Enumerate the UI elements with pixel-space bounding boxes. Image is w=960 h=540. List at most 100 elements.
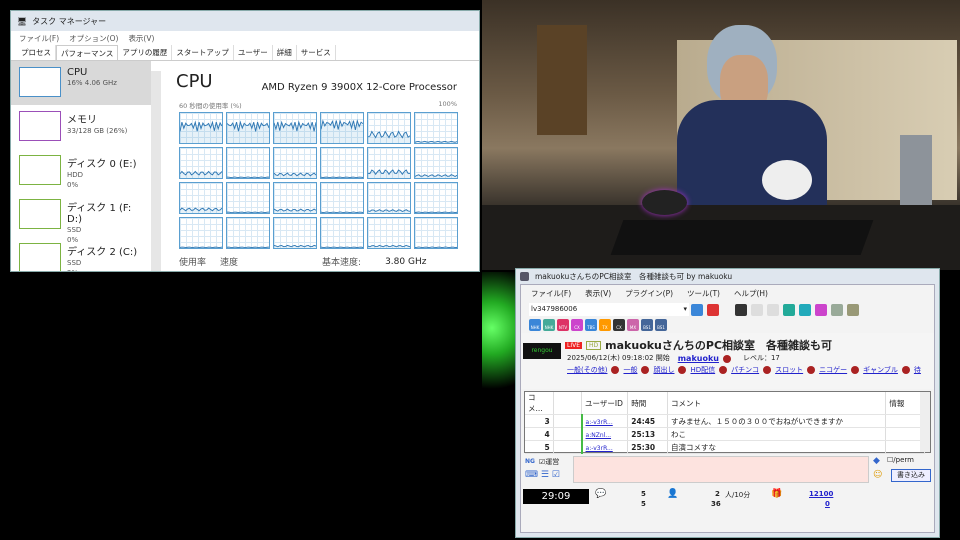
sidebar-item[interactable]: ディスク 1 (F: D:) SSD 0% <box>11 193 151 244</box>
connect-icon[interactable] <box>691 303 703 316</box>
channel-button[interactable]: NTV <box>557 319 569 331</box>
channel-button[interactable]: NHK <box>543 319 555 331</box>
tag-link[interactable]: パチンコ <box>731 366 759 374</box>
menu-tools[interactable]: ツール(T) <box>687 288 720 299</box>
column-header[interactable] <box>553 392 583 415</box>
user-id-link[interactable]: a:-v3rR... <box>586 445 613 452</box>
resource-detail: 33/128 GB (26%) <box>67 127 128 135</box>
tab-details[interactable]: 詳細 <box>273 45 297 60</box>
column-header[interactable]: ユーザーID <box>581 392 629 415</box>
resource-thumbnail <box>19 111 61 141</box>
tab-services[interactable]: サービス <box>297 45 336 60</box>
comment-number: 4 <box>525 427 554 441</box>
live-id-value: lv347986006 <box>531 305 578 313</box>
column-header[interactable]: コメ... <box>525 392 554 415</box>
resource-detail: 16% 4.06 GHz <box>67 79 117 87</box>
gifts-link[interactable]: 0 <box>825 500 830 508</box>
comment-row[interactable]: 5 a:-v3rR... 25:30 自演コメすな <box>525 440 925 454</box>
tab-app-history[interactable]: アプリの履歴 <box>118 45 173 60</box>
tab-performance[interactable]: パフォーマンス <box>56 45 119 60</box>
live-id-combobox[interactable]: lv347986006 ▾ <box>529 303 689 316</box>
tag-link[interactable]: 一般 <box>623 366 637 374</box>
comment-number: 5 <box>525 440 554 454</box>
keyboard-icon[interactable]: ⌨ ☰ ☑ <box>525 470 560 480</box>
users-icon[interactable] <box>799 303 811 316</box>
channel-button[interactable]: NHK <box>529 319 541 331</box>
cpu-core-graph <box>273 147 317 179</box>
tag-list: 一般(その他) 一般 顔出し HD配信 パチンコ スロット ニコゲー ギャンブル 待 <box>567 365 921 375</box>
comment-row[interactable]: 4 a:NZnl... 25:13 わこ <box>525 427 925 441</box>
tag-lock-icon <box>851 366 860 374</box>
sidebar-item[interactable]: メモリ 33/128 GB (26%) <box>11 105 151 149</box>
tag-lock-icon <box>807 366 816 374</box>
menu-file[interactable]: ファイル(F) <box>19 33 59 44</box>
channel-button[interactable]: CX <box>613 319 625 331</box>
tag-lock-icon <box>678 366 687 374</box>
level: レベル：17 <box>742 354 780 362</box>
cpu-core-graph <box>320 217 364 249</box>
menu-options[interactable]: オプション(O) <box>69 33 118 44</box>
channel-button[interactable]: TX <box>599 319 611 331</box>
tag-link[interactable]: 待 <box>914 366 921 374</box>
column-header[interactable]: コメント <box>667 392 887 415</box>
tag-link[interactable]: スロット <box>775 366 803 374</box>
menu-view[interactable]: 表示(V) <box>585 288 611 299</box>
comment-scrollbar[interactable] <box>920 392 930 452</box>
comment-input[interactable] <box>573 456 869 483</box>
owner-link[interactable]: makuoku <box>678 354 719 363</box>
user-id-link[interactable]: a:NZnl... <box>586 432 612 439</box>
tag-lock-icon <box>901 366 910 374</box>
cpu-core-graph <box>367 182 411 214</box>
cpu-core-graph <box>273 217 317 249</box>
comment-row[interactable]: 3 a:-v3rR... 24:45 すみません、１５０の３００でおねがいできますか <box>525 414 925 428</box>
bookmark-icon[interactable] <box>783 303 795 316</box>
menu-view[interactable]: 表示(V) <box>128 33 154 44</box>
channel-button[interactable]: BS1 <box>641 319 653 331</box>
tag-link[interactable]: 一般(その他) <box>567 366 607 374</box>
menu-file[interactable]: ファイル(F) <box>531 288 571 299</box>
channel-button[interactable]: TBS <box>585 319 597 331</box>
channel-button[interactable]: MX <box>627 319 639 331</box>
mouse <box>642 190 687 215</box>
cpu-core-graph <box>367 147 411 179</box>
resource-thumbnail <box>19 199 61 229</box>
tag-link[interactable]: ギャンブル <box>863 366 898 374</box>
column-header[interactable]: 情報 <box>885 392 925 415</box>
settings-icon[interactable] <box>847 303 859 316</box>
search-icon[interactable] <box>815 303 827 316</box>
sidebar-item[interactable]: ディスク 0 (E:) HDD 0% <box>11 149 151 193</box>
menu-bar: ファイル(F) 表示(V) プラグイン(P) ツール(T) ヘルプ(H) <box>521 285 934 302</box>
points-link[interactable]: 12100 <box>809 490 833 498</box>
menu-plugin[interactable]: プラグイン(P) <box>625 288 673 299</box>
tag-link[interactable]: 顔出し <box>653 366 674 374</box>
start-time: 2025/06/12(木) 09:18:02 開始 <box>567 354 670 362</box>
eraser-icon[interactable]: ◆ <box>873 456 880 466</box>
cpu-core-graph <box>179 217 223 249</box>
viewers-unit: 人/10分 <box>725 491 751 499</box>
tag-link[interactable]: ニコゲー <box>819 366 847 374</box>
resource-name: CPU <box>67 67 88 78</box>
emoji-icon[interactable]: ☺ <box>873 470 882 480</box>
sidebar-scrollbar[interactable] <box>151 71 161 271</box>
cabinet <box>537 25 587 135</box>
tab-processes[interactable]: プロセス <box>17 45 56 60</box>
disabled-icon <box>751 303 763 316</box>
channel-button[interactable]: BS1 <box>655 319 667 331</box>
sidebar-item[interactable]: CPU 16% 4.06 GHz <box>11 61 151 105</box>
menu-help[interactable]: ヘルプ(H) <box>734 288 768 299</box>
tab-startup[interactable]: スタートアップ <box>172 45 234 60</box>
disconnect-icon[interactable] <box>707 303 719 316</box>
user-id-link[interactable]: a:-v3rR... <box>586 419 613 426</box>
program-title: makuokuさんちのPC相談室 各種雑談も可 <box>605 339 833 352</box>
channel-button[interactable]: CX <box>571 319 583 331</box>
reload-icon[interactable] <box>735 303 747 316</box>
sidebar-item[interactable]: ディスク 2 (C:)SSD2% <box>11 237 151 271</box>
column-header[interactable]: 時間 <box>627 392 668 415</box>
post-button[interactable]: 書き込み <box>891 469 931 482</box>
chart-icon[interactable] <box>831 303 843 316</box>
cpu-core-graph <box>320 182 364 214</box>
ng-button[interactable]: NG <box>525 458 535 465</box>
tab-users[interactable]: ユーザー <box>234 45 273 60</box>
resource-name: ディスク 1 (F: D:) <box>67 203 132 225</box>
tag-link[interactable]: HD配信 <box>690 366 715 374</box>
